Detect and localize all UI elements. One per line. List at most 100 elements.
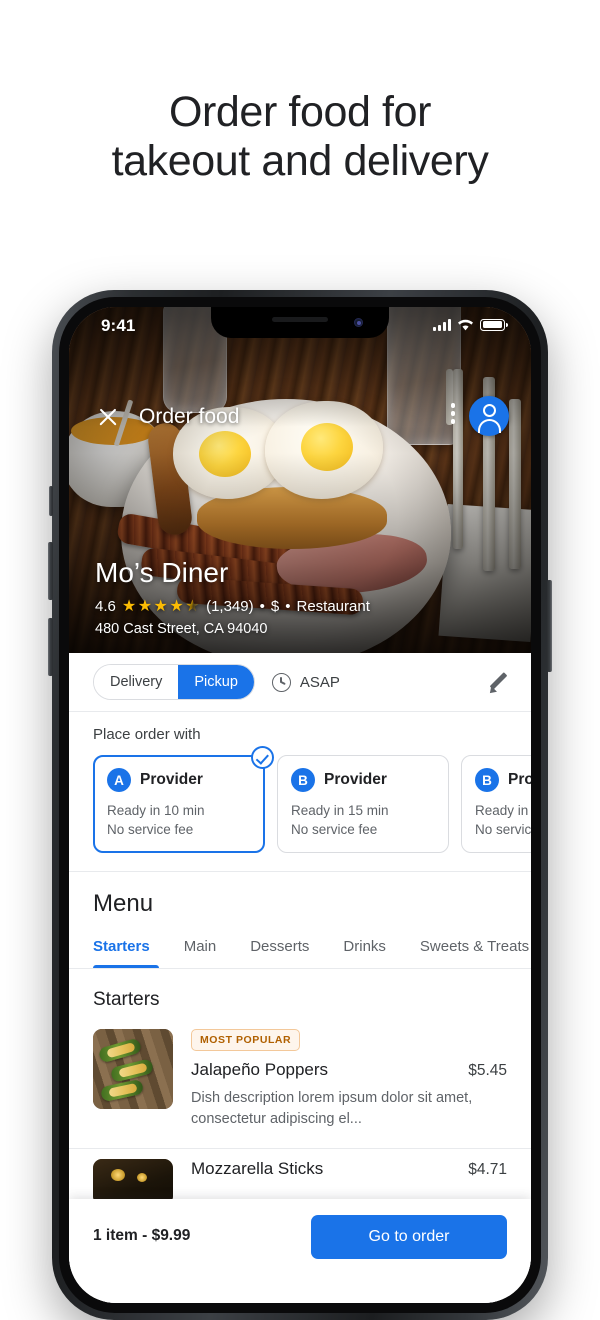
provider-badge: B [291, 768, 315, 792]
dish-details: MOST POPULAR Jalapeño Poppers $5.45 Dish… [191, 1029, 507, 1130]
order-summary: 1 item - $9.99 [93, 1227, 191, 1244]
provider-name: Provider [324, 771, 387, 788]
status-indicators [433, 318, 508, 331]
star-full-icon: ★ [121, 598, 137, 615]
account-avatar-icon[interactable] [469, 396, 509, 436]
app-bar-title: Order food [139, 405, 240, 428]
restaurant-meta: 4.6 ★ ★ ★ ★ ★ (1,349) • $ • Restaurant [95, 596, 370, 616]
delivery-tab[interactable]: Delivery [94, 665, 179, 699]
close-icon[interactable] [95, 404, 121, 430]
list-item[interactable]: MOST POPULAR Jalapeño Poppers $5.45 Dish… [69, 1011, 531, 1148]
overflow-dot [450, 403, 455, 408]
order-bottom-bar: 1 item - $9.99 Go to order [69, 1199, 531, 1303]
providers-section: Place order with A Provider Ready in 10 … [69, 712, 531, 871]
dish-name-price-row: Mozzarella Sticks $4.71 [191, 1159, 507, 1179]
provider-name: Provider [508, 771, 531, 788]
order-sheet: Delivery Pickup ASAP Place order with A … [69, 653, 531, 1303]
dish-price: $5.45 [468, 1062, 507, 1079]
tab-desserts[interactable]: Desserts [250, 938, 309, 968]
provider-card-b1[interactable]: B Provider Ready in 15 min No service fe… [277, 755, 449, 853]
clock-icon [271, 672, 291, 692]
tab-sweets-and-treats[interactable]: Sweets & Treats [420, 938, 529, 968]
provider-fee: No service fee [107, 822, 194, 837]
dish-name-price-row: Jalapeño Poppers $5.45 [191, 1060, 507, 1080]
signal-bar [433, 326, 436, 331]
fulfillment-toggle[interactable]: Delivery Pickup [93, 664, 255, 700]
provider-ready-time: Ready in 10 min [107, 803, 205, 818]
star-full-icon: ★ [169, 598, 185, 615]
pencil-icon[interactable] [487, 671, 509, 693]
provider-badge: B [475, 768, 499, 792]
volume-down-button[interactable] [48, 618, 53, 676]
highlight-dot [111, 1169, 125, 1181]
cellular-signal-icon [433, 318, 451, 331]
meta-separator: • [259, 597, 265, 615]
fulfillment-row: Delivery Pickup ASAP [69, 653, 531, 711]
tab-main[interactable]: Main [184, 938, 217, 968]
provider-card-b2[interactable]: B Provider Ready in 15 min No service fe… [461, 755, 531, 853]
phone-screen: Mo’s Diner 4.6 ★ ★ ★ ★ ★ (1,349) • $ • R… [69, 307, 531, 1303]
review-count: (1,349) [206, 597, 254, 615]
restaurant-name: Mo’s Diner [95, 557, 229, 588]
battery-icon [480, 318, 508, 331]
tab-drinks[interactable]: Drinks [343, 938, 386, 968]
overflow-dot [450, 411, 455, 416]
provider-badge: A [107, 768, 131, 792]
provider-header: B Provider [291, 768, 435, 792]
signal-bar [448, 318, 451, 331]
earpiece-speaker [272, 317, 328, 322]
provider-fee: No service fee [291, 822, 378, 837]
menu-heading: Menu [93, 890, 154, 917]
providers-carousel[interactable]: A Provider Ready in 10 min No service fe… [93, 746, 531, 853]
jalapeno-poppers-thumbnail [93, 1029, 173, 1109]
dish-name: Mozzarella Sticks [191, 1159, 324, 1178]
silent-switch[interactable] [49, 486, 53, 516]
phone-notch [211, 307, 389, 338]
phone-mockup: Mo’s Diner 4.6 ★ ★ ★ ★ ★ (1,349) • $ • R… [48, 290, 552, 1320]
pickup-time[interactable]: ASAP [271, 672, 340, 692]
restaurant-address: 480 Cast Street, CA 94040 [95, 621, 268, 637]
restaurant-info: Mo’s Diner 4.6 ★ ★ ★ ★ ★ (1,349) • $ • R… [95, 556, 370, 637]
volume-up-button[interactable] [48, 542, 53, 600]
signal-bar [443, 321, 446, 331]
page-title: Order food for takeout and delivery [0, 88, 600, 186]
go-to-order-button[interactable]: Go to order [311, 1215, 507, 1259]
meta-separator: • [285, 597, 291, 615]
providers-label: Place order with [93, 726, 201, 743]
menu-category-tabs[interactable]: Starters Main Desserts Drinks Sweets & T… [69, 918, 531, 968]
power-button[interactable] [547, 580, 552, 672]
provider-ready-time: Ready in 15 min [291, 803, 389, 818]
provider-ready-time: Ready in 15 min [475, 803, 531, 818]
price-level: $ [270, 597, 280, 615]
pickup-time-label: ASAP [299, 673, 340, 691]
provider-fee: No service fee [475, 822, 531, 837]
page-title-line-2: takeout and delivery [111, 137, 489, 185]
tab-starters[interactable]: Starters [93, 938, 150, 968]
signal-bar [438, 324, 441, 331]
restaurant-category: Restaurant [296, 597, 370, 615]
status-time: 9:41 [101, 316, 136, 335]
star-rating-icon: ★ ★ ★ ★ ★ [122, 596, 200, 616]
highlight-dot [137, 1173, 147, 1182]
dish-price: $4.71 [468, 1161, 507, 1178]
front-camera [354, 318, 363, 327]
provider-header: B Provider [475, 768, 531, 792]
overflow-menu-icon[interactable] [450, 403, 455, 424]
star-full-icon: ★ [137, 598, 153, 615]
wifi-icon [458, 319, 473, 331]
app-bar: Order food [69, 393, 531, 441]
menu-section-title: Starters [93, 989, 160, 1010]
restaurant-hero-image[interactable]: Mo’s Diner 4.6 ★ ★ ★ ★ ★ (1,349) • $ • R… [69, 307, 531, 653]
dish-name: Jalapeño Poppers [191, 1060, 329, 1079]
provider-name: Provider [140, 771, 203, 788]
pickup-tab[interactable]: Pickup [178, 665, 254, 699]
provider-header: A Provider [107, 768, 251, 792]
check-circle-icon [251, 746, 274, 769]
dish-description: Dish description lorem ipsum dolor sit a… [191, 1090, 473, 1127]
star-half-icon: ★ [185, 598, 201, 615]
overflow-dot [450, 419, 455, 424]
star-full-icon: ★ [153, 598, 169, 615]
provider-card-a[interactable]: A Provider Ready in 10 min No service fe… [93, 746, 274, 853]
list-item[interactable]: Mozzarella Sticks $4.71 [69, 1149, 531, 1205]
rating-value: 4.6 [95, 597, 116, 615]
